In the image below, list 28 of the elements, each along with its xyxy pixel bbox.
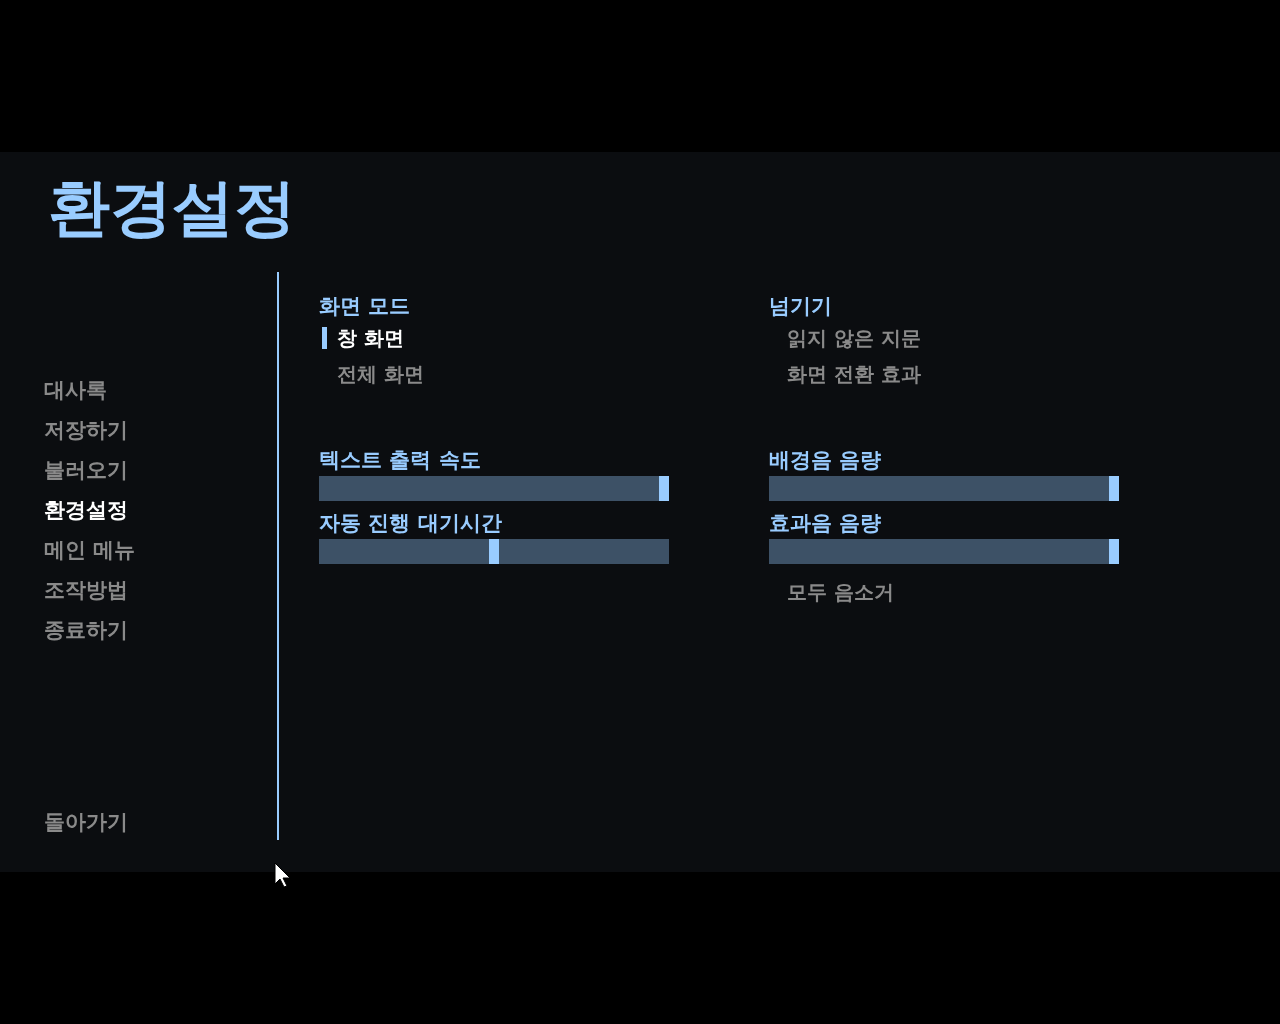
checkbox-option[interactable]: 모두 음소거 (787, 578, 894, 606)
section-heading: 배경음 음량 (769, 447, 883, 474)
radio-option[interactable]: 전체 화면 (337, 360, 424, 388)
slider-thumb[interactable] (659, 476, 669, 501)
checkbox-option[interactable]: 읽지 않은 지문 (787, 324, 921, 352)
section-heading: 화면 모드 (319, 293, 411, 320)
section-heading: 자동 진행 대기시간 (319, 510, 503, 537)
slider-thumb[interactable] (1109, 476, 1119, 501)
radio-option[interactable]: 창 화면 (337, 324, 404, 352)
slider-track[interactable] (769, 539, 1119, 564)
nav-item[interactable]: 대사록 (44, 376, 136, 404)
nav-item[interactable]: 환경설정 (44, 496, 136, 524)
slider-track[interactable] (319, 539, 669, 564)
nav-item[interactable]: 저장하기 (44, 416, 136, 444)
back-link[interactable]: 돌아가기 (44, 808, 128, 836)
section-heading: 효과음 음량 (769, 510, 883, 537)
section-heading: 넘기기 (769, 293, 832, 320)
slider-thumb[interactable] (489, 539, 499, 564)
nav-item[interactable]: 종료하기 (44, 616, 136, 644)
slider-track[interactable] (769, 476, 1119, 501)
slider-thumb[interactable] (1109, 539, 1119, 564)
screen-title: 환경설정 (48, 170, 296, 246)
checkbox-option[interactable]: 화면 전환 효과 (787, 360, 921, 388)
nav-item[interactable]: 메인 메뉴 (44, 536, 136, 564)
nav-item[interactable]: 불러오기 (44, 456, 136, 484)
nav-item[interactable]: 조작방법 (44, 576, 136, 604)
section-heading: 텍스트 출력 속도 (319, 447, 482, 474)
slider-track[interactable] (319, 476, 669, 501)
